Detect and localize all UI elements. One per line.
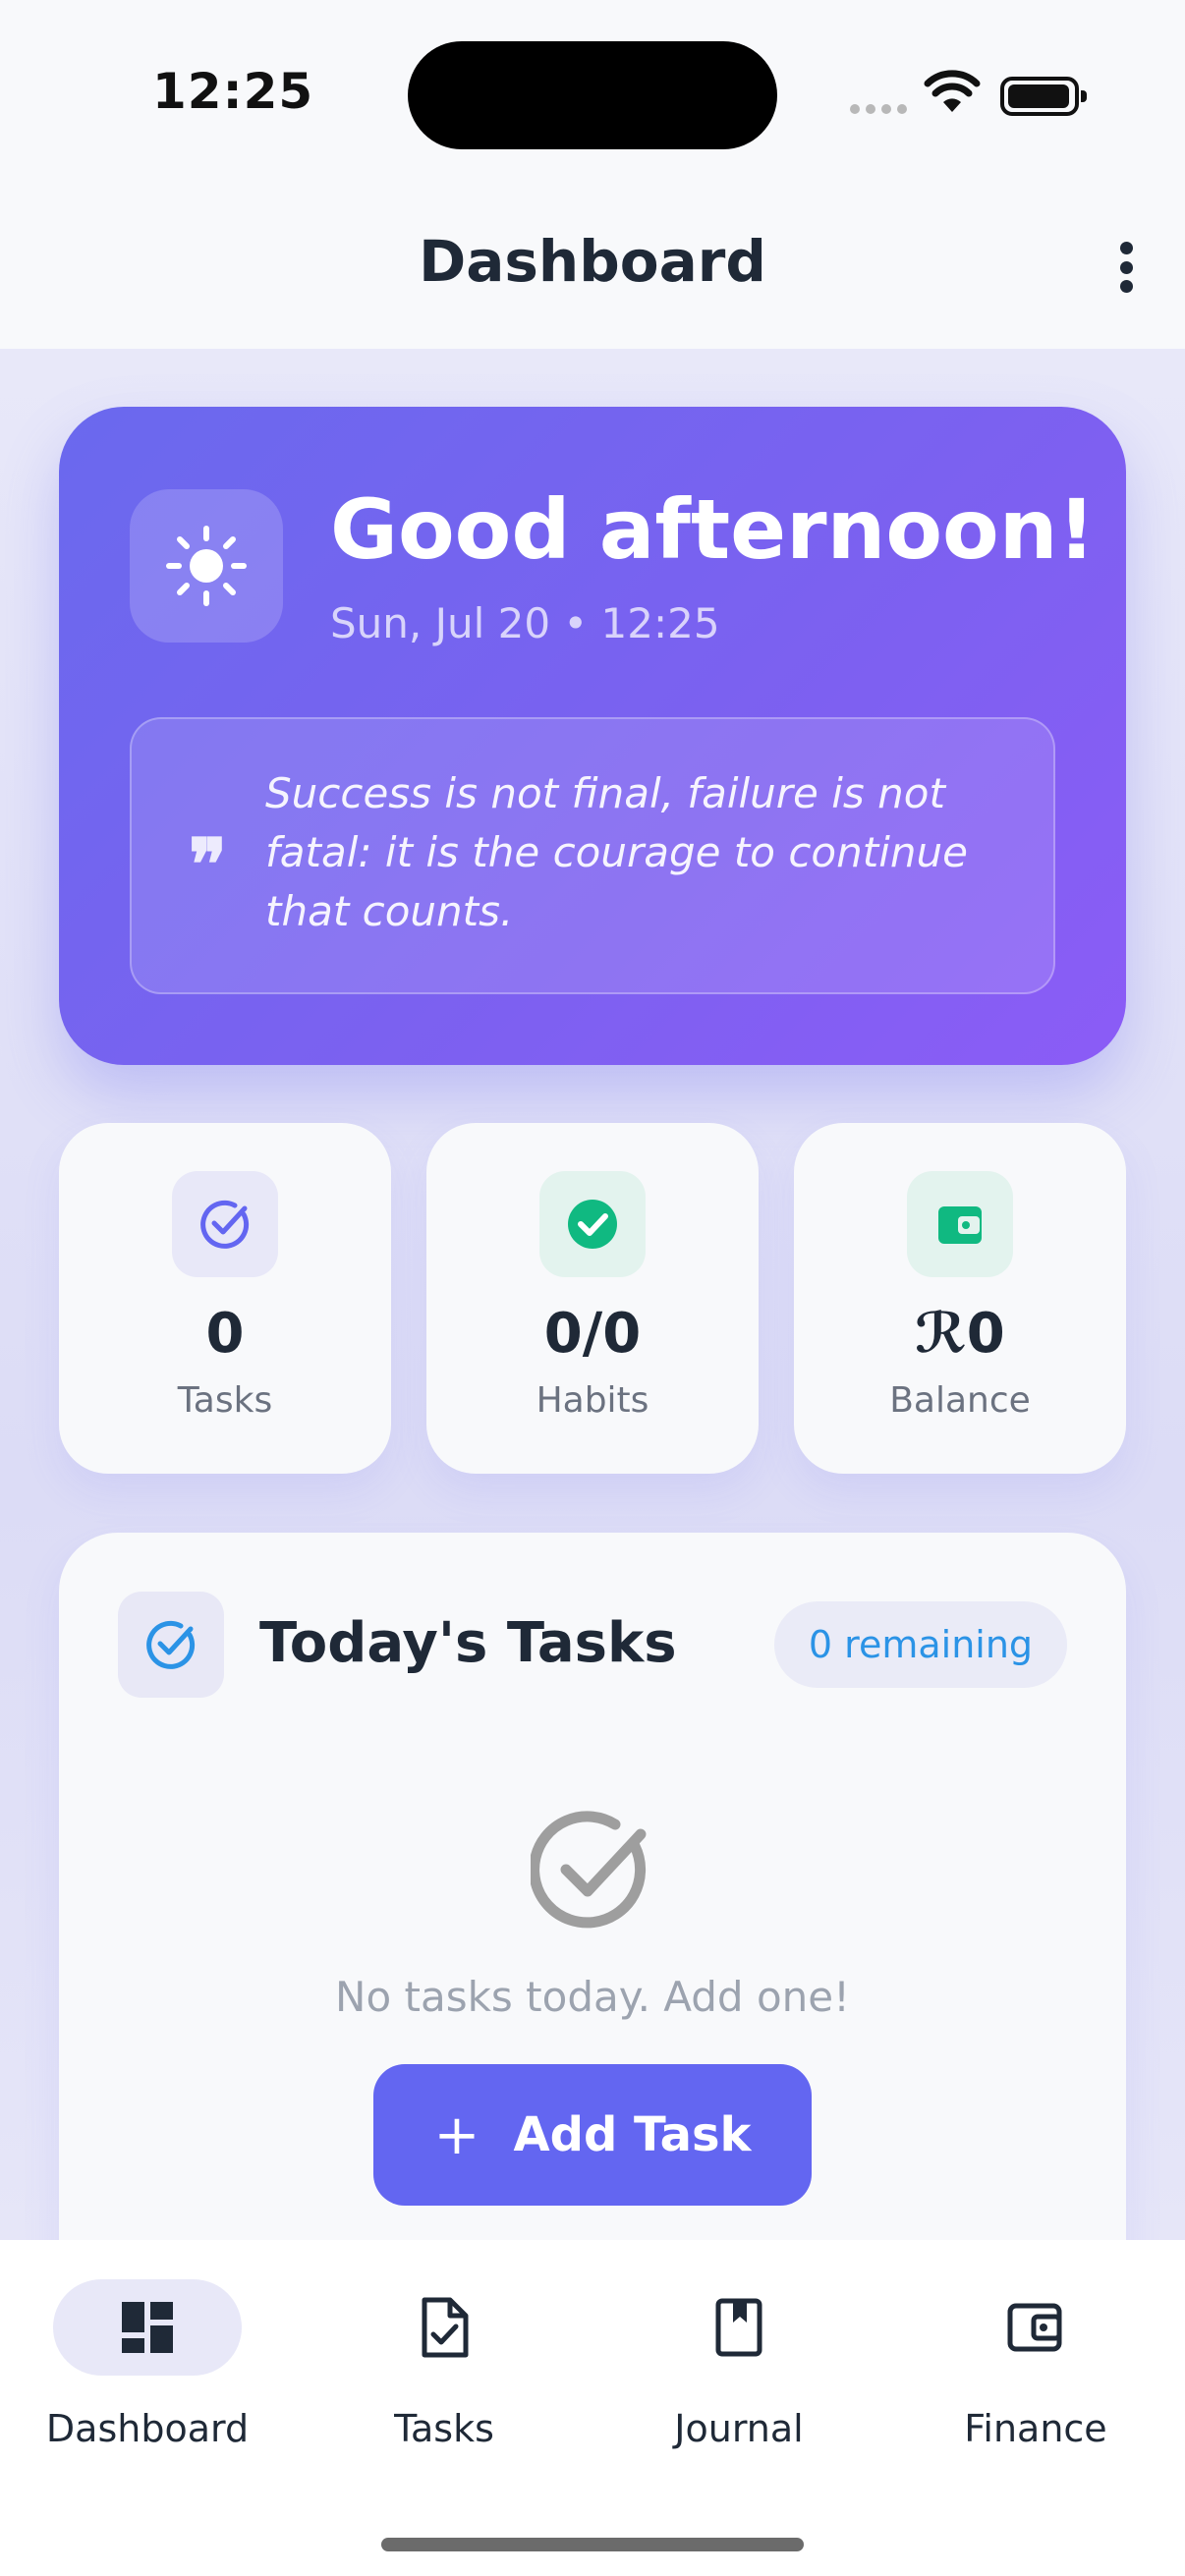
nav-item-dashboard[interactable]: Dashboard bbox=[0, 2279, 295, 2456]
quote-text: Success is not final, failure is not fat… bbox=[265, 769, 968, 935]
check-circle-icon bbox=[172, 1171, 278, 1277]
more-menu-icon[interactable] bbox=[1106, 238, 1146, 297]
stat-label: Tasks bbox=[177, 1380, 273, 1421]
stat-card-habits[interactable]: 0/0 Habits bbox=[426, 1123, 759, 1474]
nav-item-finance[interactable]: Finance bbox=[888, 2279, 1183, 2456]
wallet-icon bbox=[1007, 2303, 1062, 2352]
nav-pill bbox=[53, 2279, 242, 2376]
quote-box: ❞ Success is not final, failure is not f… bbox=[130, 717, 1055, 994]
greeting-datetime: Sun, Jul 20 • 12:25 bbox=[330, 599, 720, 647]
wifi-icon bbox=[924, 70, 981, 112]
status-time: 12:25 bbox=[152, 63, 314, 120]
stat-value: 0/0 bbox=[543, 1302, 642, 1366]
stat-label: Habits bbox=[536, 1380, 649, 1421]
nav-pill bbox=[350, 2279, 538, 2376]
nav-label: Finance bbox=[964, 2407, 1107, 2450]
add-task-button[interactable]: + Add Task bbox=[373, 2064, 812, 2206]
battery-icon bbox=[1000, 77, 1087, 116]
stat-card-balance[interactable]: ℛ0 Balance bbox=[794, 1123, 1126, 1474]
app-bar: Dashboard bbox=[0, 196, 1185, 349]
stat-value: ℛ0 bbox=[915, 1302, 1005, 1366]
signal-icon bbox=[850, 104, 907, 114]
dashboard-screen: 12:25 Dashboard Good afternoon! Sun, Jul… bbox=[0, 0, 1185, 2576]
dynamic-island bbox=[408, 41, 777, 149]
nav-label: Tasks bbox=[394, 2407, 494, 2450]
greeting-heading: Good afternoon! bbox=[330, 481, 1096, 578]
greeting-card: Good afternoon! Sun, Jul 20 • 12:25 ❞ Su… bbox=[59, 407, 1126, 1065]
stat-card-tasks[interactable]: 0 Tasks bbox=[59, 1123, 391, 1474]
dashboard-icon bbox=[122, 2302, 173, 2353]
nav-item-journal[interactable]: Journal bbox=[592, 2279, 886, 2456]
journal-icon bbox=[715, 2298, 762, 2357]
nav-pill bbox=[645, 2279, 833, 2376]
page-title: Dashboard bbox=[419, 228, 766, 295]
remaining-badge: 0 remaining bbox=[774, 1601, 1067, 1688]
tasks-card-title: Today's Tasks bbox=[259, 1611, 677, 1675]
task-check-icon bbox=[118, 1592, 224, 1698]
empty-check-icon bbox=[531, 1811, 647, 1929]
nav-item-tasks[interactable]: Tasks bbox=[297, 2279, 592, 2456]
add-task-label: Add Task bbox=[513, 2107, 752, 2162]
check-filled-icon bbox=[539, 1171, 646, 1277]
nav-label: Journal bbox=[674, 2407, 804, 2450]
wallet-icon bbox=[907, 1171, 1013, 1277]
home-indicator bbox=[381, 2538, 804, 2551]
stat-label: Balance bbox=[889, 1380, 1031, 1421]
empty-state-text: No tasks today. Add one! bbox=[335, 1973, 850, 2021]
nav-pill bbox=[941, 2279, 1130, 2376]
task-file-icon bbox=[422, 2297, 469, 2358]
nav-label: Dashboard bbox=[45, 2407, 250, 2450]
todays-tasks-card: Today's Tasks 0 remaining No tasks today… bbox=[59, 1533, 1126, 2319]
stat-value: 0 bbox=[205, 1302, 245, 1366]
status-bar: 12:25 bbox=[0, 0, 1185, 196]
bottom-navigation: Dashboard Tasks Journal Finance bbox=[0, 2240, 1185, 2576]
plus-icon: + bbox=[433, 2102, 480, 2167]
sun-icon bbox=[166, 526, 247, 606]
quote-icon: ❞ bbox=[189, 822, 227, 906]
sun-icon-box bbox=[130, 489, 283, 643]
